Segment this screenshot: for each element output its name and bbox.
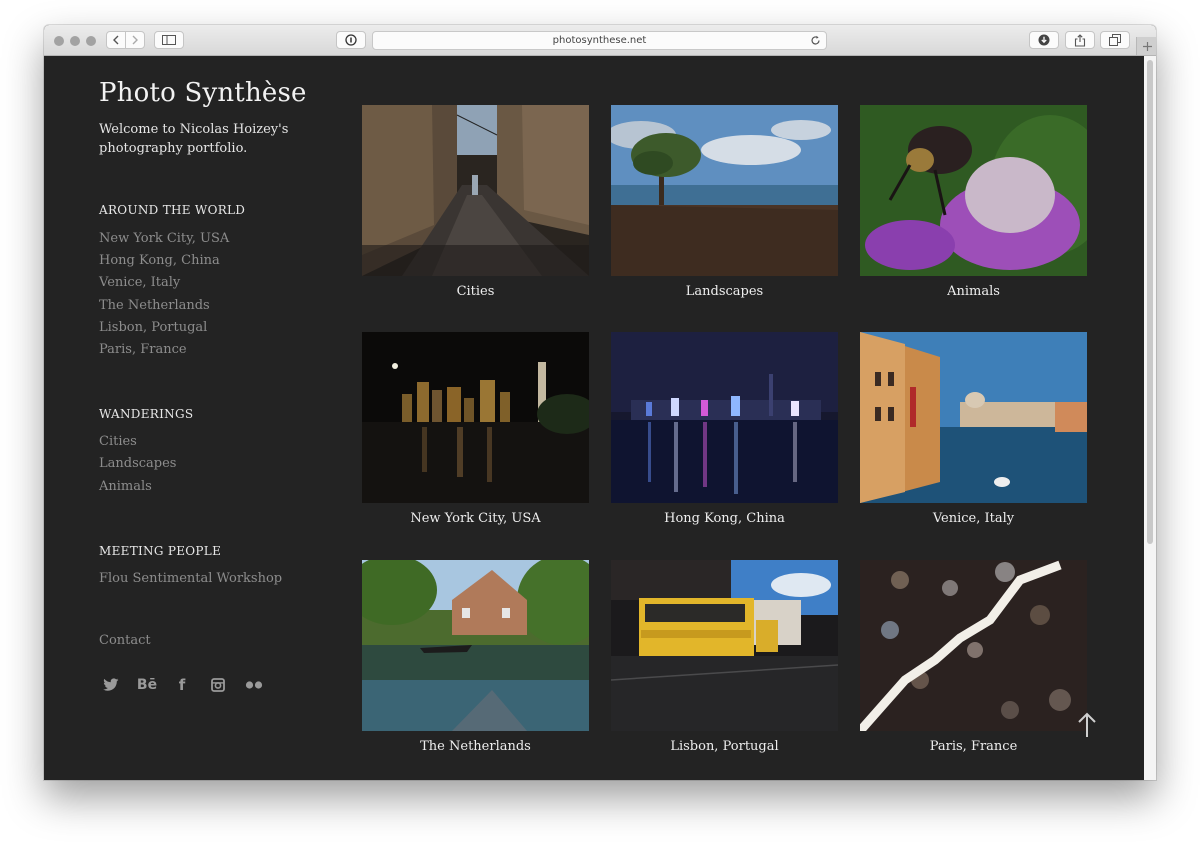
info-icon [345,34,357,46]
nav-heading-around-the-world: AROUND THE WORLD [99,203,246,217]
card-caption[interactable]: Animals [860,284,1087,299]
share-button[interactable] [1065,31,1095,49]
instagram-icon[interactable] [210,676,226,694]
reload-icon[interactable] [810,35,821,46]
share-icon [1074,33,1086,47]
gallery-card-cities[interactable]: Cities [362,105,589,305]
browser-window: photosynthese.net Photo Synthèse Welcome… [44,25,1156,780]
nav-link-lisbon[interactable]: Lisbon, Portugal [99,320,207,335]
zoom-window-button[interactable] [86,36,96,46]
tabs-overview-button[interactable] [1100,31,1130,49]
gallery-card-animals[interactable]: Animals [860,105,1087,305]
scrollbar-thumb[interactable] [1147,60,1153,544]
cities-photo[interactable] [362,105,589,276]
new-tab-button[interactable] [1136,37,1156,55]
card-caption[interactable]: Lisbon, Portugal [611,739,838,754]
nav-link-paris[interactable]: Paris, France [99,342,187,357]
tabs-icon [1109,34,1121,46]
card-caption[interactable]: New York City, USA [362,511,589,526]
close-window-button[interactable] [54,36,64,46]
card-caption[interactable]: Venice, Italy [860,511,1087,526]
card-caption[interactable]: The Netherlands [362,739,589,754]
twitter-icon[interactable] [102,676,120,694]
page-content: Photo Synthèse Welcome to Nicolas Hoizey… [44,56,1144,780]
plus-icon [1142,41,1152,51]
nav-link-animals[interactable]: Animals [99,479,152,494]
chevron-left-icon [113,35,119,45]
url-text: photosynthese.net [552,35,647,46]
reader-mode-button[interactable] [336,31,366,49]
minimize-window-button[interactable] [70,36,80,46]
flickr-icon[interactable] [244,676,264,694]
address-bar[interactable]: photosynthese.net [372,31,827,50]
sidebar-icon [162,35,176,45]
animals-photo[interactable] [860,105,1087,276]
chevron-right-icon [132,35,138,45]
gallery-card-lisbon[interactable]: Lisbon, Portugal [611,560,838,760]
gallery-card-paris[interactable]: Paris, France [860,560,1087,760]
hong-kong-photo[interactable] [611,332,838,503]
nav-link-netherlands[interactable]: The Netherlands [99,298,210,313]
nav-link-venice[interactable]: Venice, Italy [99,275,180,290]
back-to-top-button[interactable] [1076,712,1098,738]
gallery-card-hong-kong[interactable]: Hong Kong, China [611,332,838,532]
arrow-up-icon [1078,712,1096,737]
new-york-photo[interactable] [362,332,589,503]
landscapes-photo[interactable] [611,105,838,276]
nav-link-flou-sentimental[interactable]: Flou Sentimental Workshop [99,571,282,586]
browser-toolbar: photosynthese.net [44,25,1156,56]
downloads-button[interactable] [1029,31,1059,49]
download-icon [1038,34,1050,46]
gallery-card-netherlands[interactable]: The Netherlands [362,560,589,760]
scrollbar[interactable] [1144,56,1156,780]
gallery-card-new-york[interactable]: New York City, USA [362,332,589,532]
card-caption[interactable]: Paris, France [860,739,1087,754]
card-caption[interactable]: Hong Kong, China [611,511,838,526]
facebook-icon[interactable]: f [175,676,189,694]
nav-link-cities[interactable]: Cities [99,434,137,449]
site-title[interactable]: Photo Synthèse [99,78,307,108]
netherlands-photo[interactable] [362,560,589,731]
nav-link-landscapes[interactable]: Landscapes [99,456,176,471]
forward-button[interactable] [125,31,145,49]
venice-photo[interactable] [860,332,1087,503]
nav-heading-meeting-people: MEETING PEOPLE [99,544,222,558]
site-tagline: Welcome to Nicolas Hoizey's photography … [99,122,289,156]
lisbon-photo[interactable] [611,560,838,731]
gallery-card-landscapes[interactable]: Landscapes [611,105,838,305]
behance-icon[interactable]: Bē [136,676,158,694]
card-caption[interactable]: Cities [362,284,589,299]
nav-heading-wanderings: WANDERINGS [99,407,194,421]
sidebar-toggle-button[interactable] [154,31,184,49]
nav-link-hong-kong[interactable]: Hong Kong, China [99,253,220,268]
back-button[interactable] [106,31,126,49]
paris-photo[interactable] [860,560,1087,731]
gallery-card-venice[interactable]: Venice, Italy [860,332,1087,532]
nav-link-contact[interactable]: Contact [99,633,151,648]
card-caption[interactable]: Landscapes [611,284,838,299]
nav-link-new-york[interactable]: New York City, USA [99,231,229,246]
